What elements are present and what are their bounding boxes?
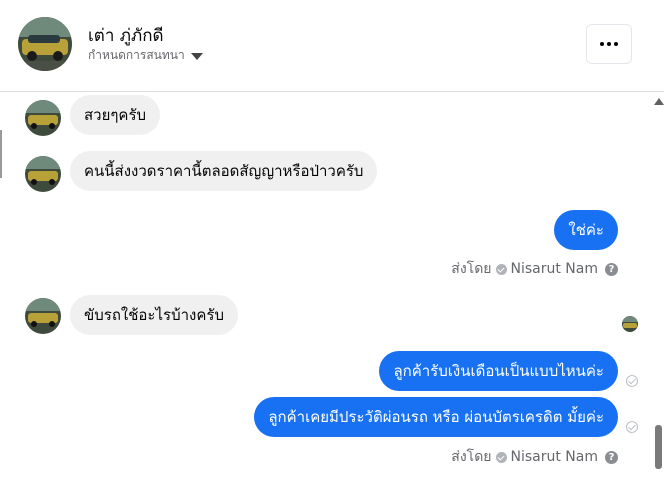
- contact-avatar[interactable]: [18, 17, 72, 71]
- delivered-check-icon: [626, 375, 638, 387]
- sender-avatar[interactable]: [25, 100, 61, 136]
- more-options-icon: [600, 42, 604, 46]
- delivered-check-icon: [626, 421, 638, 433]
- outgoing-message[interactable]: ลูกค้ารับเงินเดือนเป็นแบบไหนค่ะ: [379, 351, 618, 391]
- outgoing-message[interactable]: ใช่ค่ะ: [554, 210, 618, 250]
- incoming-message[interactable]: สวยๆครับ: [70, 95, 161, 135]
- help-icon[interactable]: ?: [605, 450, 618, 464]
- left-edge-divider: [0, 130, 2, 178]
- more-options-button[interactable]: [586, 24, 632, 64]
- sent-check-icon: [495, 451, 507, 463]
- contact-name[interactable]: เต่า ภู่ภักดี: [88, 22, 164, 49]
- scrollbar[interactable]: [652, 93, 664, 479]
- outgoing-message[interactable]: ลูกค้าเคยมีประวัติผ่อนรถ หรือ ผ่อนบัตรเค…: [254, 397, 618, 437]
- sender-name: Nisarut Nam: [510, 261, 599, 277]
- incoming-message[interactable]: คนนี้ส่งงวดราคานี้ตลอดสัญญาหรือป่าวครับ: [70, 151, 378, 191]
- seen-by-avatar: [622, 316, 638, 332]
- sent-by-info: ส่งโดย Nisarut Nam ?: [451, 258, 618, 280]
- scroll-up-arrow-icon[interactable]: [654, 98, 664, 105]
- sent-check-icon: [495, 263, 507, 275]
- sender-avatar[interactable]: [25, 156, 61, 192]
- caret-down-icon: [190, 53, 203, 60]
- sent-by-label: ส่งโดย: [451, 261, 492, 277]
- sent-by-info: ส่งโดย Nisarut Nam ?: [451, 446, 618, 468]
- scrollbar-thumb[interactable]: [655, 425, 662, 469]
- conversation-settings-dropdown[interactable]: กำหนดการสนทนา: [88, 46, 203, 65]
- sent-by-label: ส่งโดย: [451, 449, 492, 465]
- incoming-message[interactable]: ขับรถใช้อะไรบ้างครับ: [70, 295, 238, 335]
- sender-avatar[interactable]: [25, 298, 61, 334]
- sender-name: Nisarut Nam: [510, 449, 599, 465]
- conversation-header: เต่า ภู่ภักดี กำหนดการสนทนา: [0, 0, 664, 92]
- help-icon[interactable]: ?: [605, 262, 618, 276]
- conversation-settings-label: กำหนดการสนทนา: [88, 48, 185, 62]
